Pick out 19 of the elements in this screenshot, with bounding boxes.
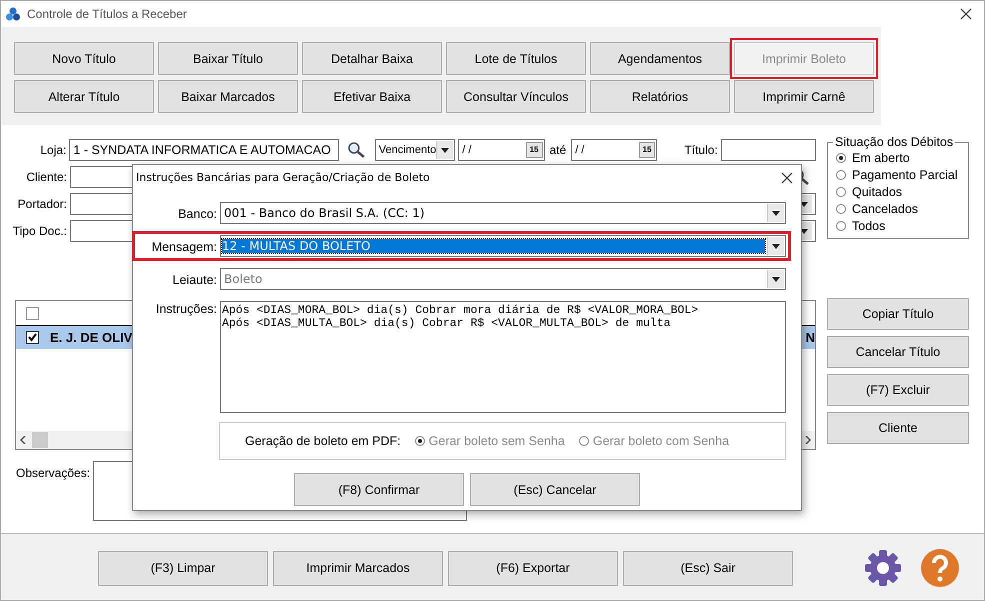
field-label: Tipo Doc.: xyxy=(12,224,67,238)
field-label: Geração de boleto em PDF: xyxy=(245,434,401,448)
field-label: Banco: xyxy=(177,206,217,220)
text-line: Após <DIAS_MORA_BOL> dia(s) Cobrar mora diária de R$ <VALOR_MORA_BOL> xyxy=(222,304,700,317)
text-line: Após <DIAS_MULTA_BOL> dia(s) Cobrar R$ <VALOR_MULTA_BOL> de multa xyxy=(222,317,672,330)
field-label: Instruções: xyxy=(154,301,217,316)
field-label: Loja: xyxy=(39,143,66,157)
field-label: Título: xyxy=(684,143,718,157)
field-label: Portador: xyxy=(16,197,67,211)
dialog-title: Instruções Bancárias para Geração/Criação de Boleto xyxy=(136,171,430,184)
field-label: Mensagem: xyxy=(150,238,217,254)
group-title: Situação dos Débitos xyxy=(834,135,954,149)
window-title: Controle de Títulos a Receber xyxy=(27,7,187,21)
field-label: Leiaute: xyxy=(172,272,217,286)
table-cell: E. J. DE OLIV xyxy=(50,330,132,345)
table-cell: N xyxy=(806,330,815,345)
field-label: Observações: xyxy=(16,465,90,482)
field-label: Cliente: xyxy=(25,170,67,184)
field-label: até xyxy=(550,143,566,157)
